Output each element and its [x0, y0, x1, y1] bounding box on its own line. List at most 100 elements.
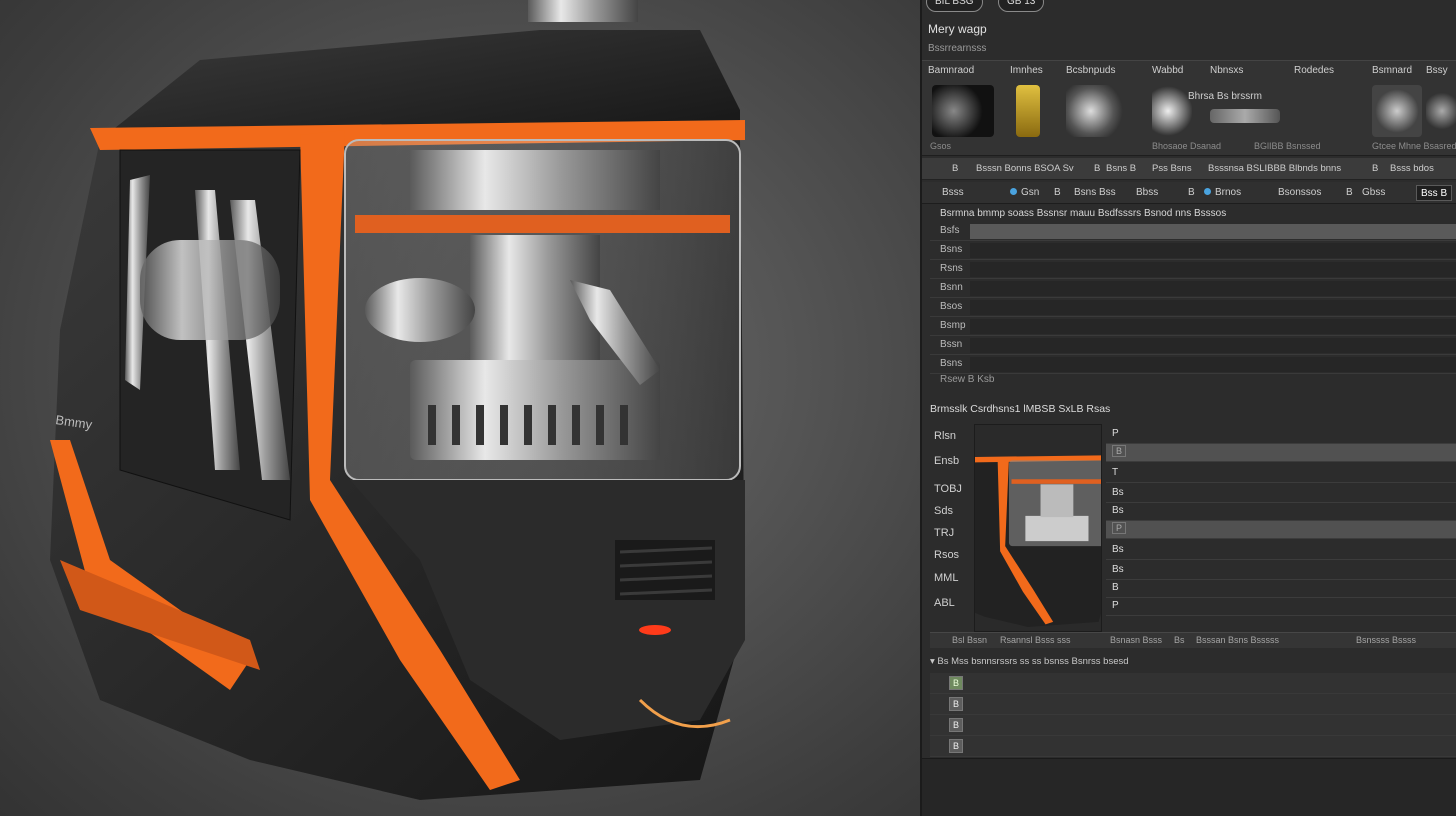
thumb-image	[1210, 109, 1280, 123]
filter-item[interactable]: Bsns B	[1106, 163, 1136, 174]
status-item: Bs	[1174, 635, 1185, 645]
tab-item[interactable]: Bsonssos	[1274, 185, 1325, 201]
tab-item[interactable]: Gbss	[1358, 185, 1389, 201]
dot-icon	[1010, 188, 1017, 195]
top-pill-2[interactable]: GB 13	[998, 0, 1045, 12]
property-value-field[interactable]	[970, 262, 1456, 277]
property-row[interactable]: Bsns	[930, 355, 1456, 374]
checkbox[interactable]: B	[949, 739, 963, 753]
thumb-caption: Bhosaoe Dsanad	[1152, 141, 1222, 151]
checkbox-row[interactable]: B	[930, 736, 1456, 757]
filter-item[interactable]: Bsss bdos	[1390, 163, 1434, 174]
checkbox-row[interactable]: B	[930, 715, 1456, 736]
property-row[interactable]: Bsos	[930, 298, 1456, 317]
property-row[interactable]: Bsns	[930, 241, 1456, 260]
thumb-image	[1066, 85, 1128, 137]
thumb-label: Bcsbnpuds	[1066, 65, 1116, 76]
list-item-label: P	[1112, 522, 1127, 534]
top-pill-1[interactable]: BIL BSG	[926, 0, 983, 12]
list-item-label: P	[1112, 600, 1119, 611]
thumb-caption: Gsos	[930, 141, 952, 151]
property-label: Bsns	[940, 244, 963, 255]
property-value-field[interactable]	[970, 224, 1456, 239]
thumb-label: Bssy	[1426, 65, 1448, 76]
list-item-label: B	[1112, 582, 1119, 593]
side-label: Ensb	[934, 455, 960, 467]
property-value-field[interactable]	[970, 300, 1456, 315]
property-value-field[interactable]	[970, 281, 1456, 296]
filter-item[interactable]: Bsssnsa BSLIBBB Blbnds bnns	[1208, 163, 1341, 174]
filter-item[interactable]: B	[952, 163, 958, 174]
list-item[interactable]: B	[1106, 580, 1456, 598]
list-item[interactable]: T	[1106, 465, 1456, 483]
red-indicator-light	[639, 625, 671, 635]
property-row[interactable]: Rsns	[930, 260, 1456, 279]
checkbox[interactable]: B	[949, 718, 963, 732]
list-item[interactable]: Bs	[1106, 562, 1456, 580]
property-value-field[interactable]	[970, 319, 1456, 334]
tab-label: Gsn	[1021, 187, 1040, 198]
filter-item[interactable]: B	[1372, 163, 1378, 174]
properties-footer: Rsew B Ksb	[940, 374, 995, 385]
list-item[interactable]: Bs	[1106, 485, 1456, 503]
list-item-label: Bs	[1112, 564, 1124, 575]
checkbox[interactable]: B	[949, 676, 963, 690]
tab-item[interactable]: Bbss	[1132, 185, 1162, 201]
side-label: Rlsn	[934, 430, 957, 442]
thumb-image	[932, 85, 994, 137]
checkbox[interactable]: B	[949, 697, 963, 711]
property-row[interactable]: Bsnn	[930, 279, 1456, 298]
tab-item[interactable]: Bsss	[938, 185, 968, 201]
panel-footer	[922, 758, 1456, 816]
property-value-field[interactable]	[970, 338, 1456, 353]
filter-item[interactable]: Pss Bsns	[1152, 163, 1192, 174]
tab-item[interactable]: Gsn	[1006, 185, 1043, 201]
property-value-field[interactable]	[970, 357, 1456, 372]
tab-item[interactable]: B	[1184, 185, 1199, 201]
thumb-label: Bsmnard	[1372, 65, 1413, 76]
status-item: Bsl Bssn	[952, 635, 988, 645]
list-item[interactable]: Bs	[1106, 542, 1456, 560]
thumb-label: Imnhes	[1010, 65, 1043, 76]
property-label: Bsfs	[940, 225, 960, 236]
list-item[interactable]: P	[1106, 598, 1456, 616]
filter-bar: B Bsssn Bonns BSOA Sv B Bsns B Pss Bsns …	[922, 158, 1456, 180]
thumb-image	[1426, 85, 1456, 137]
thumb-label: Nbnsxs	[1210, 65, 1244, 76]
property-label: Bsos	[940, 301, 963, 312]
list-item-label: Bs	[1112, 505, 1124, 516]
side-label: ABL	[934, 597, 955, 609]
checkbox-row[interactable]: B	[930, 694, 1456, 715]
status-item: Bsssan Bsns Bsssss	[1196, 635, 1280, 645]
inner-orange-ring	[355, 215, 730, 233]
list-item[interactable]: Bs	[1106, 503, 1456, 521]
list-item[interactable]: P	[1106, 521, 1456, 539]
property-row[interactable]: Bsfs	[930, 222, 1456, 241]
side-label: Sds	[934, 505, 953, 517]
tab-item[interactable]: B	[1050, 185, 1065, 201]
filter-item[interactable]: Bsssn Bonns BSOA Sv	[976, 163, 1074, 174]
status-item: Rsannsl Bsss sss	[1000, 635, 1071, 645]
properties-panel: BIL BSG GB 13 Mery wagp Bssrrearnsss Bam…	[920, 0, 1456, 816]
tab-item[interactable]: B	[1342, 185, 1357, 201]
3d-viewport[interactable]: Bmmy	[0, 0, 920, 816]
side-label: TRJ	[934, 527, 955, 539]
checkbox-row[interactable]: B	[930, 673, 1456, 694]
preview-thumbnail[interactable]	[934, 424, 1110, 632]
tab-item[interactable]: Brnos	[1200, 185, 1245, 201]
product-render: Bmmy	[50, 0, 745, 800]
top-nozzle	[528, 0, 638, 22]
list-item[interactable]: P	[1106, 426, 1456, 444]
tab-item-selected[interactable]: Bss B	[1416, 185, 1453, 201]
status-item: Bsnssss Bssss	[1356, 635, 1417, 645]
list-item-label: P	[1112, 428, 1119, 439]
property-row[interactable]: Bsmp	[930, 317, 1456, 336]
property-row[interactable]: Bssn	[930, 336, 1456, 355]
list-item-label: B	[1112, 445, 1127, 457]
property-value-field[interactable]	[970, 243, 1456, 258]
list-item[interactable]: B	[1106, 444, 1456, 462]
thumb-image	[1152, 85, 1192, 137]
filter-item[interactable]: B	[1094, 163, 1100, 174]
thumb-image	[1016, 85, 1040, 137]
tab-item[interactable]: Bsns Bss	[1070, 185, 1120, 201]
